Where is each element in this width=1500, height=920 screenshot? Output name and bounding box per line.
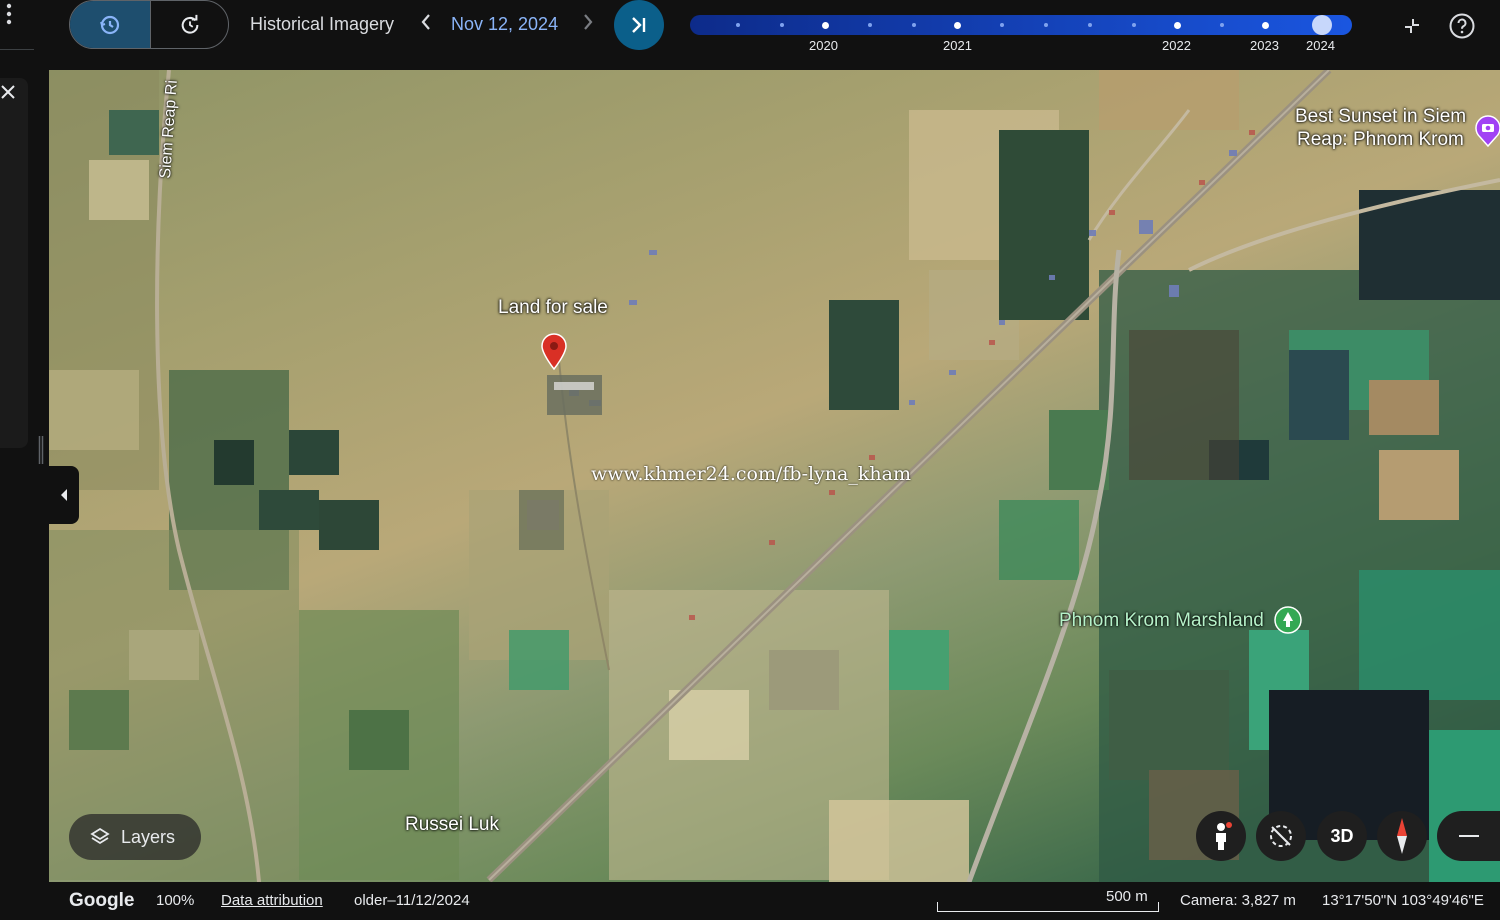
panel-resize-handle[interactable] [38, 436, 44, 464]
side-panel [0, 78, 28, 448]
street-view-button[interactable] [1196, 811, 1246, 861]
attraction-marker[interactable] [1475, 113, 1500, 148]
help-button[interactable] [1448, 12, 1476, 40]
layers-button[interactable]: Layers [69, 814, 201, 860]
compass-icon [1397, 818, 1407, 854]
timeline-tick[interactable] [736, 23, 740, 27]
timeline-tick[interactable] [780, 23, 784, 27]
park-marker[interactable] [1273, 605, 1303, 639]
minus-icon [1458, 835, 1479, 837]
collapse-icon [1405, 19, 1419, 33]
next-date-button[interactable] [578, 12, 598, 38]
more-menu-icon[interactable] [4, 2, 14, 28]
timeline-tick[interactable] [868, 23, 872, 27]
timeline-slider[interactable] [690, 15, 1352, 35]
close-button[interactable] [0, 84, 16, 100]
imagery-date: older–11/12/2024 [354, 892, 470, 909]
camera-altitude: Camera: 3,827 m [1180, 892, 1296, 909]
pin-label-land-for-sale[interactable]: Land for sale [498, 297, 608, 319]
location-pin[interactable] [540, 332, 568, 371]
history-icon [100, 15, 120, 34]
layers-icon [90, 827, 110, 845]
compass-button[interactable] [1377, 811, 1427, 861]
divider [0, 49, 34, 50]
timeline-tick[interactable] [912, 23, 916, 27]
selected-date[interactable]: Nov 12, 2024 [451, 14, 558, 35]
satellite-map[interactable]: Siem Reap Ri Land for sale Best Sunset i… [49, 70, 1500, 882]
timeline-tick[interactable] [1262, 22, 1269, 29]
timeline-year: 2023 [1250, 38, 1279, 53]
historical-imagery-label: Historical Imagery [250, 14, 395, 34]
status-bar: Google 100% Data attribution older–11/12… [0, 882, 1500, 920]
timeline-tick[interactable] [1174, 22, 1181, 29]
scale-bar [937, 902, 1159, 912]
poi-label-best-sunset-line1[interactable]: Best Sunset in Siem [1295, 106, 1466, 128]
timeline-year: 2020 [809, 38, 838, 53]
layers-label: Layers [121, 826, 176, 847]
chevron-left-icon [421, 14, 430, 30]
timeline-tick[interactable] [1088, 23, 1092, 27]
timeline-tick[interactable] [1132, 23, 1136, 27]
timeline-tick[interactable] [822, 22, 829, 29]
skip-to-end-icon [632, 17, 646, 33]
chevron-right-icon [584, 14, 593, 30]
exit-fullscreen-button[interactable] [1398, 12, 1426, 40]
close-icon [1, 85, 15, 99]
help-icon [1449, 13, 1475, 39]
top-toolbar: Historical Imagery Nov 12, 2024 2020 202… [0, 0, 1500, 70]
tree-icon [1274, 606, 1302, 634]
no-rotation-icon [1270, 825, 1292, 847]
watermark-text: www.khmer24.com/fb-lyna_kham [591, 463, 911, 485]
timeline-tick[interactable] [1000, 23, 1004, 27]
toggle-3d-button[interactable]: 3D [1317, 811, 1367, 861]
coordinates: 13°17'50"N 103°49'46"E [1322, 892, 1484, 909]
toggle-tilt-button[interactable] [1256, 811, 1306, 861]
restore-present-button[interactable] [151, 1, 228, 48]
timeline-tick[interactable] [1044, 23, 1048, 27]
timeline-knob[interactable] [1312, 15, 1332, 35]
place-label-russei-luk[interactable]: Russei Luk [405, 814, 499, 836]
timeline-year: 2022 [1162, 38, 1191, 53]
data-attribution-link[interactable]: Data attribution [221, 892, 323, 909]
poi-label-phnom-krom-marshland[interactable]: Phnom Krom Marshland [1059, 610, 1264, 632]
zoom-out-button[interactable] [1437, 811, 1500, 861]
previous-date-button[interactable] [416, 12, 436, 38]
caret-left-icon [61, 489, 67, 501]
timeline-tick[interactable] [1220, 23, 1224, 27]
camera-icon [1475, 115, 1500, 148]
zoom-level: 100% [156, 892, 195, 909]
map-pin-icon [541, 333, 567, 371]
google-logo: Google [69, 890, 135, 911]
refresh-icon [181, 14, 199, 34]
collapse-panel-button[interactable] [49, 466, 79, 524]
poi-label-best-sunset-line2[interactable]: Reap: Phnom Krom [1297, 129, 1464, 151]
pegman-icon [1216, 822, 1232, 850]
jump-to-latest-button[interactable] [614, 0, 664, 50]
timeline-tick[interactable] [954, 22, 961, 29]
timeline-year: 2021 [943, 38, 972, 53]
timeline-year: 2024 [1306, 38, 1335, 53]
historical-mode-toggle [69, 0, 229, 49]
historical-imagery-button[interactable] [70, 1, 150, 48]
